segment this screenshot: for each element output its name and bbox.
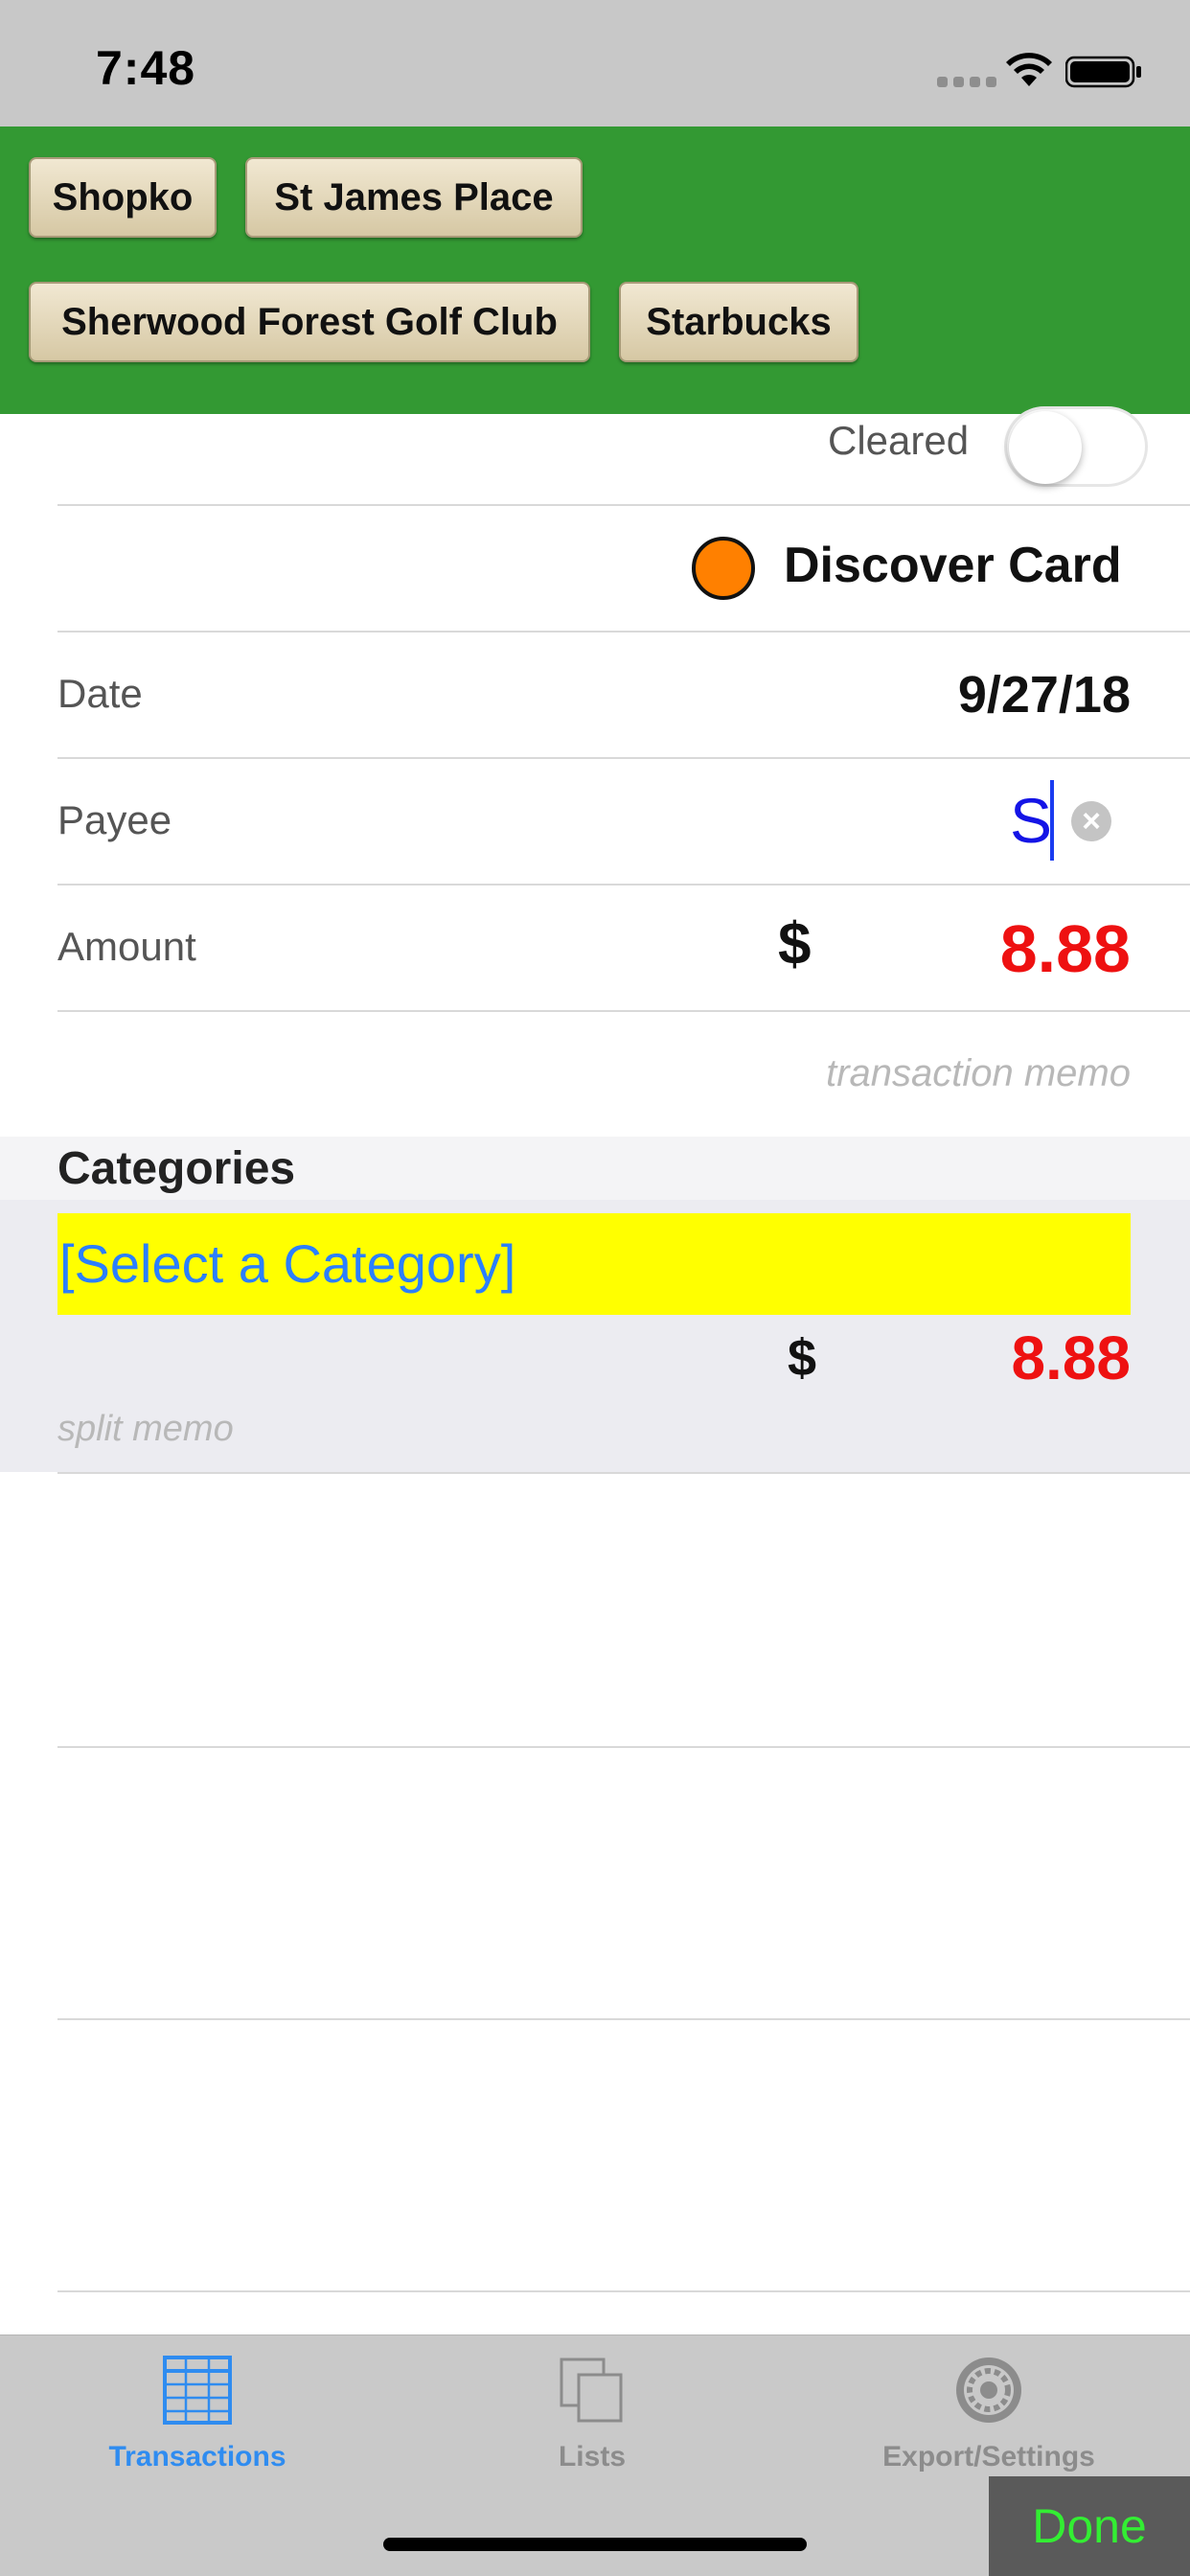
tab-label: Transactions — [108, 2441, 286, 2472]
toggle-knob — [1009, 411, 1082, 484]
tab-label: Lists — [558, 2441, 627, 2472]
payee-suggestion-bar: Shopko St James Place Sherwood Forest Go… — [0, 126, 1190, 414]
split-memo-input[interactable]: split memo — [57, 1409, 234, 1450]
payee-label: Payee — [57, 797, 172, 842]
divider — [57, 1472, 1190, 1474]
divider — [57, 2290, 1190, 2292]
tab-label: Export/Settings — [882, 2441, 1095, 2472]
select-category-button[interactable]: [Select a Category] — [57, 1213, 1131, 1315]
text-cursor — [1050, 780, 1054, 861]
transaction-memo-input[interactable]: transaction memo — [826, 1052, 1131, 1095]
wifi-icon — [1006, 53, 1052, 86]
settings-icon — [956, 2358, 1021, 2423]
tab-transactions[interactable]: Transactions — [54, 2354, 341, 2473]
tab-export-settings[interactable]: Export/Settings — [845, 2354, 1133, 2473]
done-button[interactable]: Done — [989, 2476, 1190, 2576]
divider — [57, 631, 1190, 632]
stacked-pages-icon — [560, 2358, 623, 2423]
table-icon — [163, 2356, 232, 2425]
clear-text-icon[interactable]: × — [1071, 801, 1111, 841]
suggestion-chip-shopko[interactable]: Shopko — [29, 157, 217, 238]
amount-currency-symbol: $ — [778, 911, 812, 978]
suggestion-chip-starbucks[interactable]: Starbucks — [619, 282, 858, 362]
divider — [57, 504, 1190, 506]
account-color-dot — [692, 537, 755, 600]
date-label: Date — [57, 671, 143, 716]
suggestion-chip-st-james-place[interactable]: St James Place — [245, 157, 583, 238]
status-bar: 7:48 — [0, 0, 1190, 126]
divider — [57, 2018, 1190, 2020]
home-indicator — [383, 2538, 807, 2551]
categories-title: Categories — [57, 1143, 296, 1194]
status-time: 7:48 — [96, 41, 196, 95]
payee-input[interactable]: S — [1010, 784, 1052, 857]
cleared-label: Cleared — [828, 418, 970, 463]
account-name[interactable]: Discover Card — [784, 537, 1122, 594]
amount-input[interactable]: 8.88 — [1000, 910, 1131, 987]
split-currency-symbol: $ — [788, 1329, 817, 1387]
battery-icon — [1065, 56, 1141, 88]
divider — [57, 757, 1190, 759]
tab-lists[interactable]: Lists — [448, 2354, 736, 2473]
divider — [57, 1010, 1190, 1012]
cleared-toggle[interactable] — [1004, 406, 1148, 487]
divider — [57, 884, 1190, 886]
split-amount-input[interactable]: 8.88 — [1011, 1322, 1131, 1393]
divider — [57, 1746, 1190, 1748]
cellular-signal-icon — [937, 77, 996, 87]
suggestion-chip-sherwood-forest-golf-club[interactable]: Sherwood Forest Golf Club — [29, 282, 590, 362]
amount-label: Amount — [57, 924, 196, 969]
date-value[interactable]: 9/27/18 — [958, 665, 1131, 724]
